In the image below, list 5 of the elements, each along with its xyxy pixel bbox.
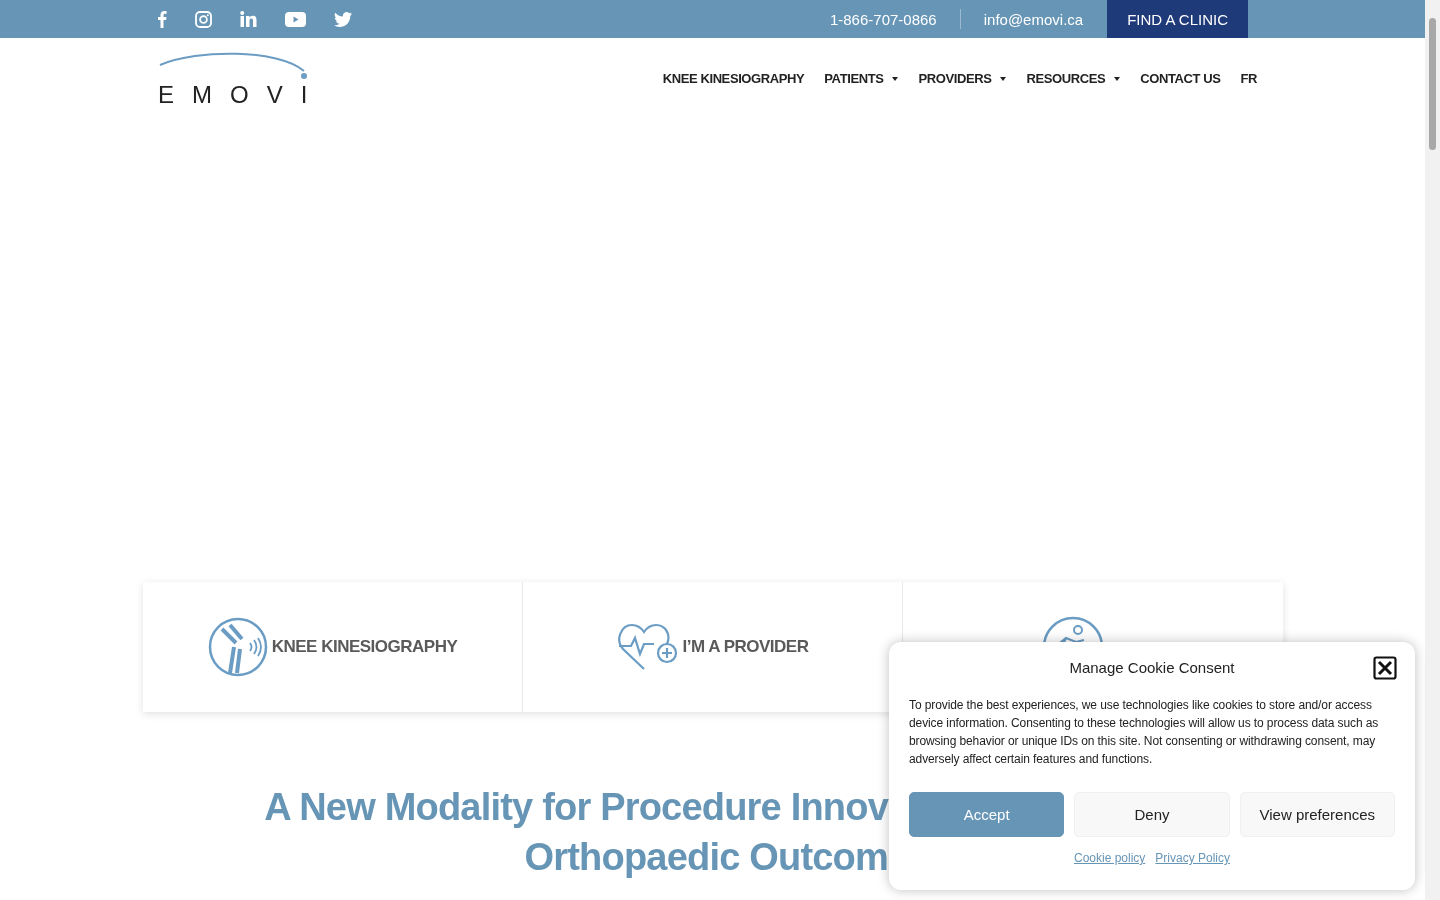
card-label: KNEE KINESIOGRAPHY — [271, 637, 458, 657]
dialog-text: To provide the best experiences, we use technologies like cookies to store and/or access device information. Consenting to these technologies will allow us to process data such as browsing behavior or unique IDs on this site. Not consenting or withdrawing consent, may adversely affect certain features and functions. — [909, 697, 1380, 768]
card-label: I’M A PROVIDER — [682, 637, 809, 657]
dialog-title: Manage Cookie Consent — [1069, 659, 1235, 676]
headline: A New Modality for Procedure Innov Orthopaedic Outcom — [263, 785, 888, 880]
